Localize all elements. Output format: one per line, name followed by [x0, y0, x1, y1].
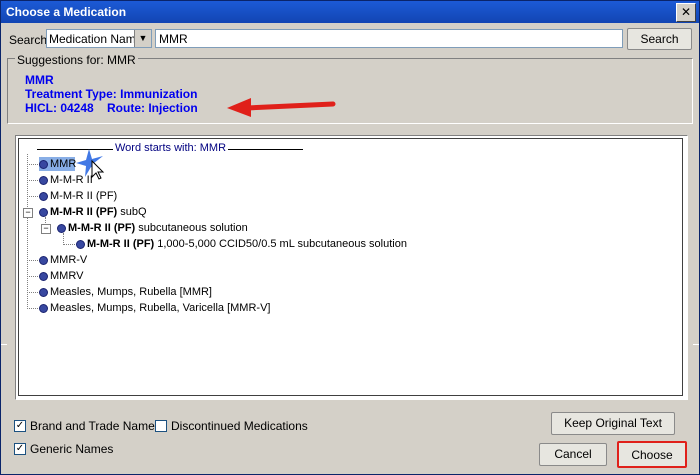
edge-marker: [693, 344, 699, 345]
tree-group-label: Word starts with: MMR: [115, 142, 227, 154]
collapse-icon[interactable]: −: [41, 224, 51, 234]
bullet-icon: [39, 287, 48, 297]
tree-item-label: subcutaneous solution: [135, 222, 248, 234]
tree-item[interactable]: MMRV: [39, 270, 83, 282]
annotation-arrow-icon: [227, 98, 336, 117]
tree-line: [27, 196, 38, 197]
tree-line: [27, 154, 28, 309]
title-bar[interactable]: Choose a Medication ✕: [1, 1, 699, 23]
tree-item[interactable]: Measles, Mumps, Rubella [MMR]: [39, 286, 212, 298]
window-title: Choose a Medication: [6, 5, 127, 19]
tree-item[interactable]: M-M-R II (PF): [39, 190, 117, 202]
collapse-icon[interactable]: −: [23, 208, 33, 218]
tree-item-label: MMRV: [50, 270, 84, 282]
search-type-value: Medication Name: [49, 32, 143, 46]
tree-line: [27, 308, 38, 309]
tree-item[interactable]: Measles, Mumps, Rubella, Varicella [MMR-…: [39, 302, 270, 314]
tree-item-label: 1,000-5,000 CCID50/0.5 mL subcutaneous s…: [154, 238, 407, 250]
close-button[interactable]: ✕: [676, 3, 696, 22]
group-line-right: [228, 149, 303, 150]
bullet-icon: [39, 175, 48, 185]
tree-item-label: Measles, Mumps, Rubella, Varicella [MMR-…: [50, 302, 271, 314]
cancel-button[interactable]: Cancel: [539, 443, 607, 466]
tree-border: [18, 138, 683, 396]
search-type-select[interactable]: Medication Name ▼: [46, 29, 152, 48]
tree-item-label-bold: M-M-R II (PF): [87, 238, 155, 250]
search-button[interactable]: Search: [627, 28, 692, 50]
bullet-icon: [39, 207, 48, 217]
generic-names-checkbox[interactable]: ✓: [14, 443, 26, 455]
tree-item[interactable]: M-M-R II: [39, 174, 93, 186]
brand-trade-checkbox[interactable]: ✓: [14, 420, 26, 432]
tree-item-label-bold: M-M-R II (PF): [50, 206, 118, 218]
bullet-icon: [39, 303, 48, 313]
tree-line: [27, 164, 38, 165]
tree-line: [27, 292, 38, 293]
search-label: Search: [9, 33, 48, 47]
bullet-icon: [39, 271, 48, 281]
tree-item-label: Measles, Mumps, Rubella [MMR]: [50, 286, 212, 298]
discontinued-checkbox[interactable]: [155, 420, 167, 432]
tree-item[interactable]: MMR-V: [39, 254, 87, 266]
tree-item-label: M-M-R II: [50, 174, 93, 186]
discontinued-label[interactable]: Discontinued Medications: [171, 419, 308, 433]
tree-item-label: MMR-V: [50, 254, 88, 266]
choose-medication-dialog: Choose a Medication ✕ Search Medication …: [0, 0, 700, 475]
tree-item[interactable]: MMR: [39, 158, 76, 170]
tree-item[interactable]: M-M-R II (PF) subcutaneous solution: [57, 222, 248, 234]
tree-item-label-bold: M-M-R II (PF): [68, 222, 136, 234]
bullet-icon: [39, 159, 48, 169]
generic-names-label[interactable]: Generic Names: [30, 442, 113, 456]
tree-line: [27, 276, 38, 277]
tree-line: [63, 244, 75, 245]
bullet-icon: [57, 223, 66, 233]
chevron-down-icon[interactable]: ▼: [134, 30, 151, 47]
tree-item-label: M-M-R II (PF): [50, 190, 118, 202]
bullet-icon: [39, 191, 48, 201]
tree-item[interactable]: M-M-R II (PF) subQ: [39, 206, 147, 218]
suggestion-hicl: HICL: 04248: [25, 101, 94, 115]
bullet-icon: [76, 239, 85, 249]
bullet-icon: [39, 255, 48, 265]
medication-tree-panel[interactable]: [15, 135, 688, 400]
suggestions-label: Suggestions for: MMR: [15, 53, 138, 67]
edge-marker: [1, 344, 7, 345]
tree-item-label: MMR: [50, 158, 77, 170]
tree-line: [27, 260, 38, 261]
search-input[interactable]: [155, 29, 623, 48]
tree-item-label: subQ: [117, 206, 147, 218]
keep-original-text-button[interactable]: Keep Original Text: [551, 412, 675, 435]
suggestion-treatment-type: Treatment Type: Immunization: [25, 87, 198, 101]
brand-trade-label[interactable]: Brand and Trade Names: [30, 419, 161, 433]
choose-button[interactable]: Choose: [617, 441, 687, 468]
suggestion-name: MMR: [25, 73, 54, 87]
tree-line: [27, 180, 38, 181]
suggestion-route: Route: Injection: [107, 101, 198, 115]
tree-item[interactable]: M-M-R II (PF) 1,000-5,000 CCID50/0.5 mL …: [76, 238, 407, 250]
